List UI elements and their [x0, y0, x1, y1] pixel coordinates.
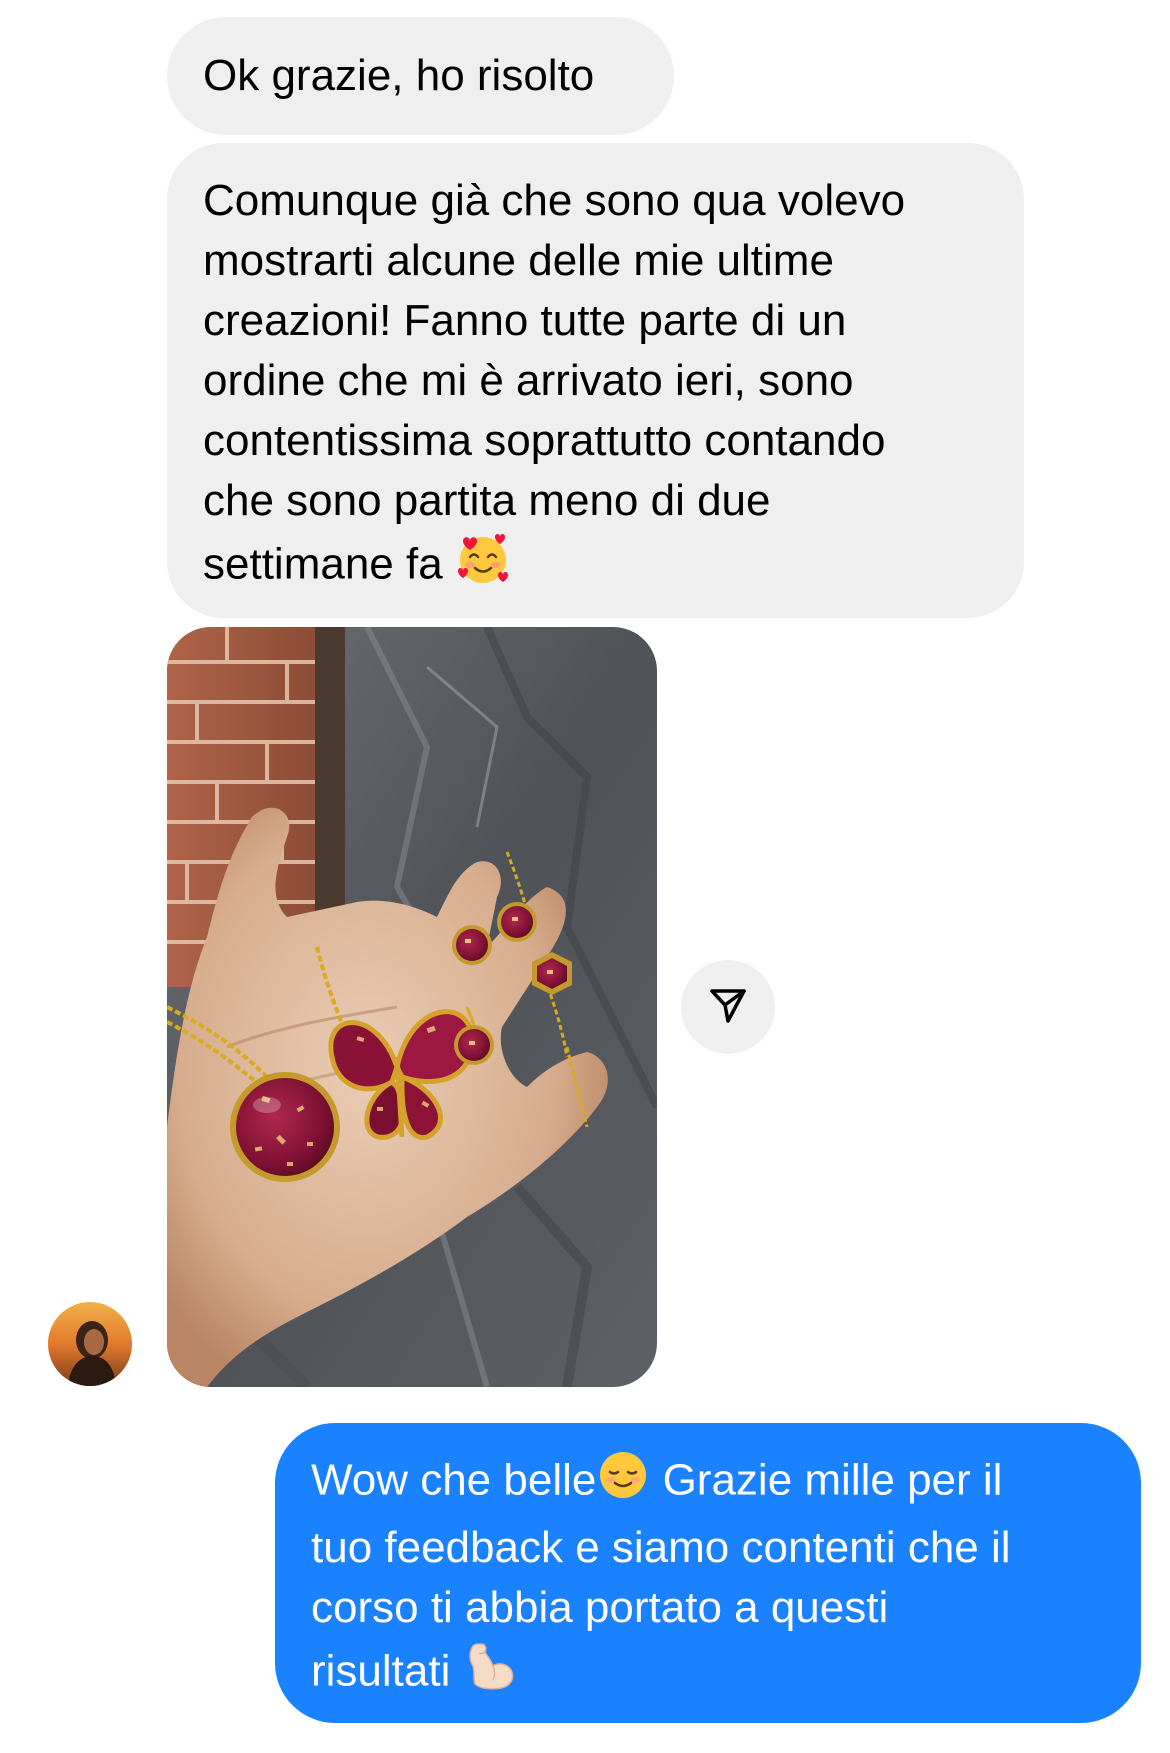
message-text-line: mostrarti alcune delle mie ultime	[203, 236, 834, 285]
share-button[interactable]	[681, 960, 775, 1054]
message-text-line: corso ti abbia portato a questi	[311, 1583, 889, 1632]
smiling-face-icon	[596, 1448, 650, 1518]
message-text-line: che sono partita meno di due	[203, 476, 771, 525]
message-text-fragment: settimane fa	[203, 539, 443, 589]
message-text-fragment: risultati	[311, 1646, 451, 1696]
message-text-fragment: Grazie mille per il	[662, 1455, 1003, 1505]
message-text-line: Wow che belle Grazie mille per il	[311, 1448, 1105, 1518]
message-text-line: risultati	[311, 1638, 1105, 1710]
message-bubble-incoming[interactable]: Ok grazie, ho risolto	[167, 17, 674, 135]
message-bubble-incoming[interactable]: Comunque già che sono qua volevo mostrar…	[167, 143, 1024, 618]
message-bubble-outgoing[interactable]: Wow che belle Grazie mille per il tuo fe…	[275, 1423, 1141, 1723]
avatar[interactable]	[48, 1302, 132, 1386]
photo-message[interactable]	[167, 627, 657, 1387]
message-text-line: settimane fa	[203, 531, 988, 603]
jewelry-photo	[167, 627, 657, 1387]
smiling-face-with-hearts-icon	[455, 531, 511, 603]
message-text-line: contentissima soprattutto contando	[203, 416, 886, 465]
message-text-fragment: Wow che belle	[311, 1455, 597, 1505]
message-text: Ok grazie, ho risolto	[203, 51, 595, 100]
message-text-line: tuo feedback e siamo contenti che il	[311, 1523, 1011, 1572]
message-text-line: Comunque già che sono qua volevo	[203, 176, 906, 225]
message-text-line: ordine che mi è arrivato ieri, sono	[203, 356, 854, 405]
paper-plane-icon	[706, 983, 750, 1032]
message-text-line: creazioni! Fanno tutte parte di un	[203, 296, 847, 345]
flexed-biceps-icon	[463, 1638, 519, 1710]
